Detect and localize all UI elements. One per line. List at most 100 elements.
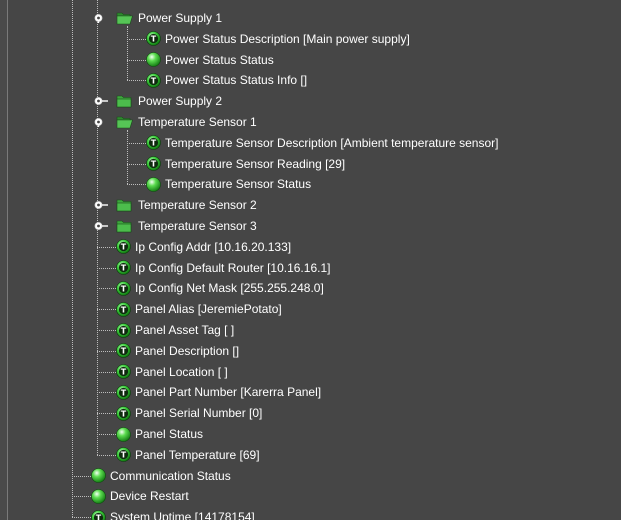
tree-node-label: Ip Config Default Router [10.16.16.1] xyxy=(135,260,331,275)
tree-guide-children xyxy=(127,26,128,81)
tree-connector xyxy=(97,309,116,311)
tree-leaf-node[interactable]: T Panel Alias [JeremiePotato] xyxy=(116,299,282,319)
tree-leaf-node[interactable]: T Panel Description [] xyxy=(116,341,239,361)
tree-view-window: Power Supply 1 T Power Status Description … xyxy=(0,0,621,520)
svg-text:T: T xyxy=(121,264,127,273)
tree-node-label: Power Supply 2 xyxy=(138,94,223,109)
svg-text:T: T xyxy=(151,35,157,44)
tree-connector xyxy=(97,413,116,415)
svg-text:T: T xyxy=(121,326,127,335)
tree-leaf-node[interactable]: T Panel Part Number [Karerra Panel] xyxy=(116,382,321,402)
tree-leaf-node[interactable]: Communication Status xyxy=(91,466,231,486)
tree-leaf-node[interactable]: T Panel Temperature [69] xyxy=(116,445,260,465)
text-parameter-icon: T xyxy=(116,405,131,421)
text-parameter-icon: T xyxy=(116,281,131,296)
tree-leaf-node[interactable]: T Ip Config Net Mask [255.255.248.0] xyxy=(116,278,324,298)
folder-icon xyxy=(116,219,134,233)
tree-node-label: Panel Serial Number [0] xyxy=(135,406,263,421)
svg-text:T: T xyxy=(121,284,127,293)
folder-icon xyxy=(116,115,134,129)
svg-text:T: T xyxy=(151,139,157,148)
tree-folder-node[interactable]: Temperature Sensor 1 xyxy=(94,112,257,132)
tree-connector xyxy=(97,434,116,435)
tree-leaf-node[interactable]: Power Status Status xyxy=(146,50,274,70)
tree-node-label: Power Status Description [Main power sup… xyxy=(165,31,410,46)
tree-guide-children xyxy=(127,130,128,185)
tree-leaf-node[interactable]: T Ip Config Addr [10.16.20.133] xyxy=(116,237,291,257)
tree-node-label: Panel Location [ ] xyxy=(135,364,228,379)
device-parameter-tree[interactable]: Power Supply 1 T Power Status Description … xyxy=(8,0,621,520)
tree-folder-node[interactable]: Power Supply 2 xyxy=(94,91,222,111)
expand-toggle-icon[interactable] xyxy=(94,96,112,106)
expand-toggle-icon[interactable] xyxy=(94,117,112,127)
expand-toggle-icon[interactable] xyxy=(94,221,112,231)
text-parameter-icon: T xyxy=(116,343,131,359)
tree-connector xyxy=(72,475,91,477)
tree-leaf-node[interactable]: T Panel Serial Number [0] xyxy=(116,403,262,423)
expand-toggle-icon[interactable] xyxy=(94,200,112,210)
tree-connector xyxy=(127,59,146,61)
tree-folder-node[interactable]: Power Supply 1 xyxy=(94,8,222,28)
folder-icon xyxy=(116,198,134,212)
tree-node-label: Panel Alias [JeremiePotato] xyxy=(135,302,282,317)
tree-connector xyxy=(97,454,116,456)
tree-node-label: Power Status Status Info [] xyxy=(165,73,308,88)
tree-node-label: Ip Config Addr [10.16.20.133] xyxy=(135,239,292,254)
svg-text:T: T xyxy=(121,409,127,418)
tree-node-label: Temperature Sensor Description [Ambient … xyxy=(165,135,499,150)
text-parameter-icon: T xyxy=(91,509,106,520)
tree-leaf-node[interactable]: Device Restart xyxy=(91,486,189,506)
tree-leaf-node[interactable]: T System Uptime [14178154] xyxy=(91,507,255,520)
svg-text:T: T xyxy=(121,243,127,252)
tree-leaf-node[interactable]: T Power Status Description [Main power su… xyxy=(146,29,410,49)
text-parameter-icon: T xyxy=(146,135,161,151)
tree-node-label: System Uptime [14178154] xyxy=(110,510,255,520)
tree-node-label: Panel Part Number [Karerra Panel] xyxy=(135,385,322,400)
tree-connector xyxy=(97,350,116,352)
tree-node-label: Power Status Status xyxy=(165,52,274,67)
tree-folder-node[interactable]: Temperature Sensor 3 xyxy=(94,216,257,236)
tree-connector xyxy=(127,142,146,144)
tree-node-label: Temperature Sensor 1 xyxy=(138,115,257,129)
text-parameter-icon: T xyxy=(116,447,131,463)
text-parameter-icon: T xyxy=(116,239,131,255)
text-parameter-icon: T xyxy=(116,301,131,317)
tree-folder-node[interactable]: Temperature Sensor 2 xyxy=(94,195,257,215)
tree-leaf-node[interactable]: T Ip Config Default Router [10.16.16.1] xyxy=(116,258,330,278)
tree-leaf-node[interactable]: T Panel Asset Tag [ ] xyxy=(116,320,234,340)
tree-connector xyxy=(72,496,91,498)
tree-node-label: Temperature Sensor 3 xyxy=(138,219,257,233)
expand-toggle-icon[interactable] xyxy=(94,13,112,23)
left-border xyxy=(0,0,7,520)
tree-connector xyxy=(127,80,146,82)
status-led-icon xyxy=(146,177,161,192)
tree-node-label: Panel Asset Tag [ ] xyxy=(135,323,235,337)
tree-node-label: Panel Status xyxy=(135,427,204,441)
text-parameter-icon: T xyxy=(116,385,131,400)
tree-connector xyxy=(127,163,146,165)
tree-connector xyxy=(127,38,146,40)
tree-leaf-node[interactable]: Panel Status xyxy=(116,424,203,444)
tree-leaf-node[interactable]: T Temperature Sensor Description [Ambient… xyxy=(146,133,499,153)
svg-text:T: T xyxy=(121,305,127,314)
tree-leaf-node[interactable]: Temperature Sensor Status xyxy=(146,174,311,194)
svg-text:T: T xyxy=(151,160,157,169)
tree-node-label: Panel Temperature [69] xyxy=(135,447,260,462)
svg-text:T: T xyxy=(121,347,127,356)
tree-node-label: Temperature Sensor Reading [29] xyxy=(165,156,346,171)
tree-leaf-node[interactable]: T Panel Location [ ] xyxy=(116,362,228,382)
svg-text:T: T xyxy=(96,513,102,520)
text-parameter-icon: T xyxy=(146,31,161,47)
tree-leaf-node[interactable]: T Power Status Status Info [] xyxy=(146,70,307,90)
tree-panel[interactable]: Power Supply 1 T Power Status Description … xyxy=(8,0,621,520)
svg-text:T: T xyxy=(121,368,127,377)
tree-leaf-node[interactable]: T Temperature Sensor Reading [29] xyxy=(146,154,345,174)
tree-node-label: Temperature Sensor Status xyxy=(165,177,312,192)
tree-connector xyxy=(97,288,116,290)
tree-connector xyxy=(97,392,116,394)
tree-connector xyxy=(72,517,91,519)
status-led-icon xyxy=(91,489,106,504)
text-parameter-icon: T xyxy=(116,322,131,338)
tree-node-label: Ip Config Net Mask [255.255.248.0] xyxy=(135,281,324,296)
svg-text:T: T xyxy=(121,388,127,397)
